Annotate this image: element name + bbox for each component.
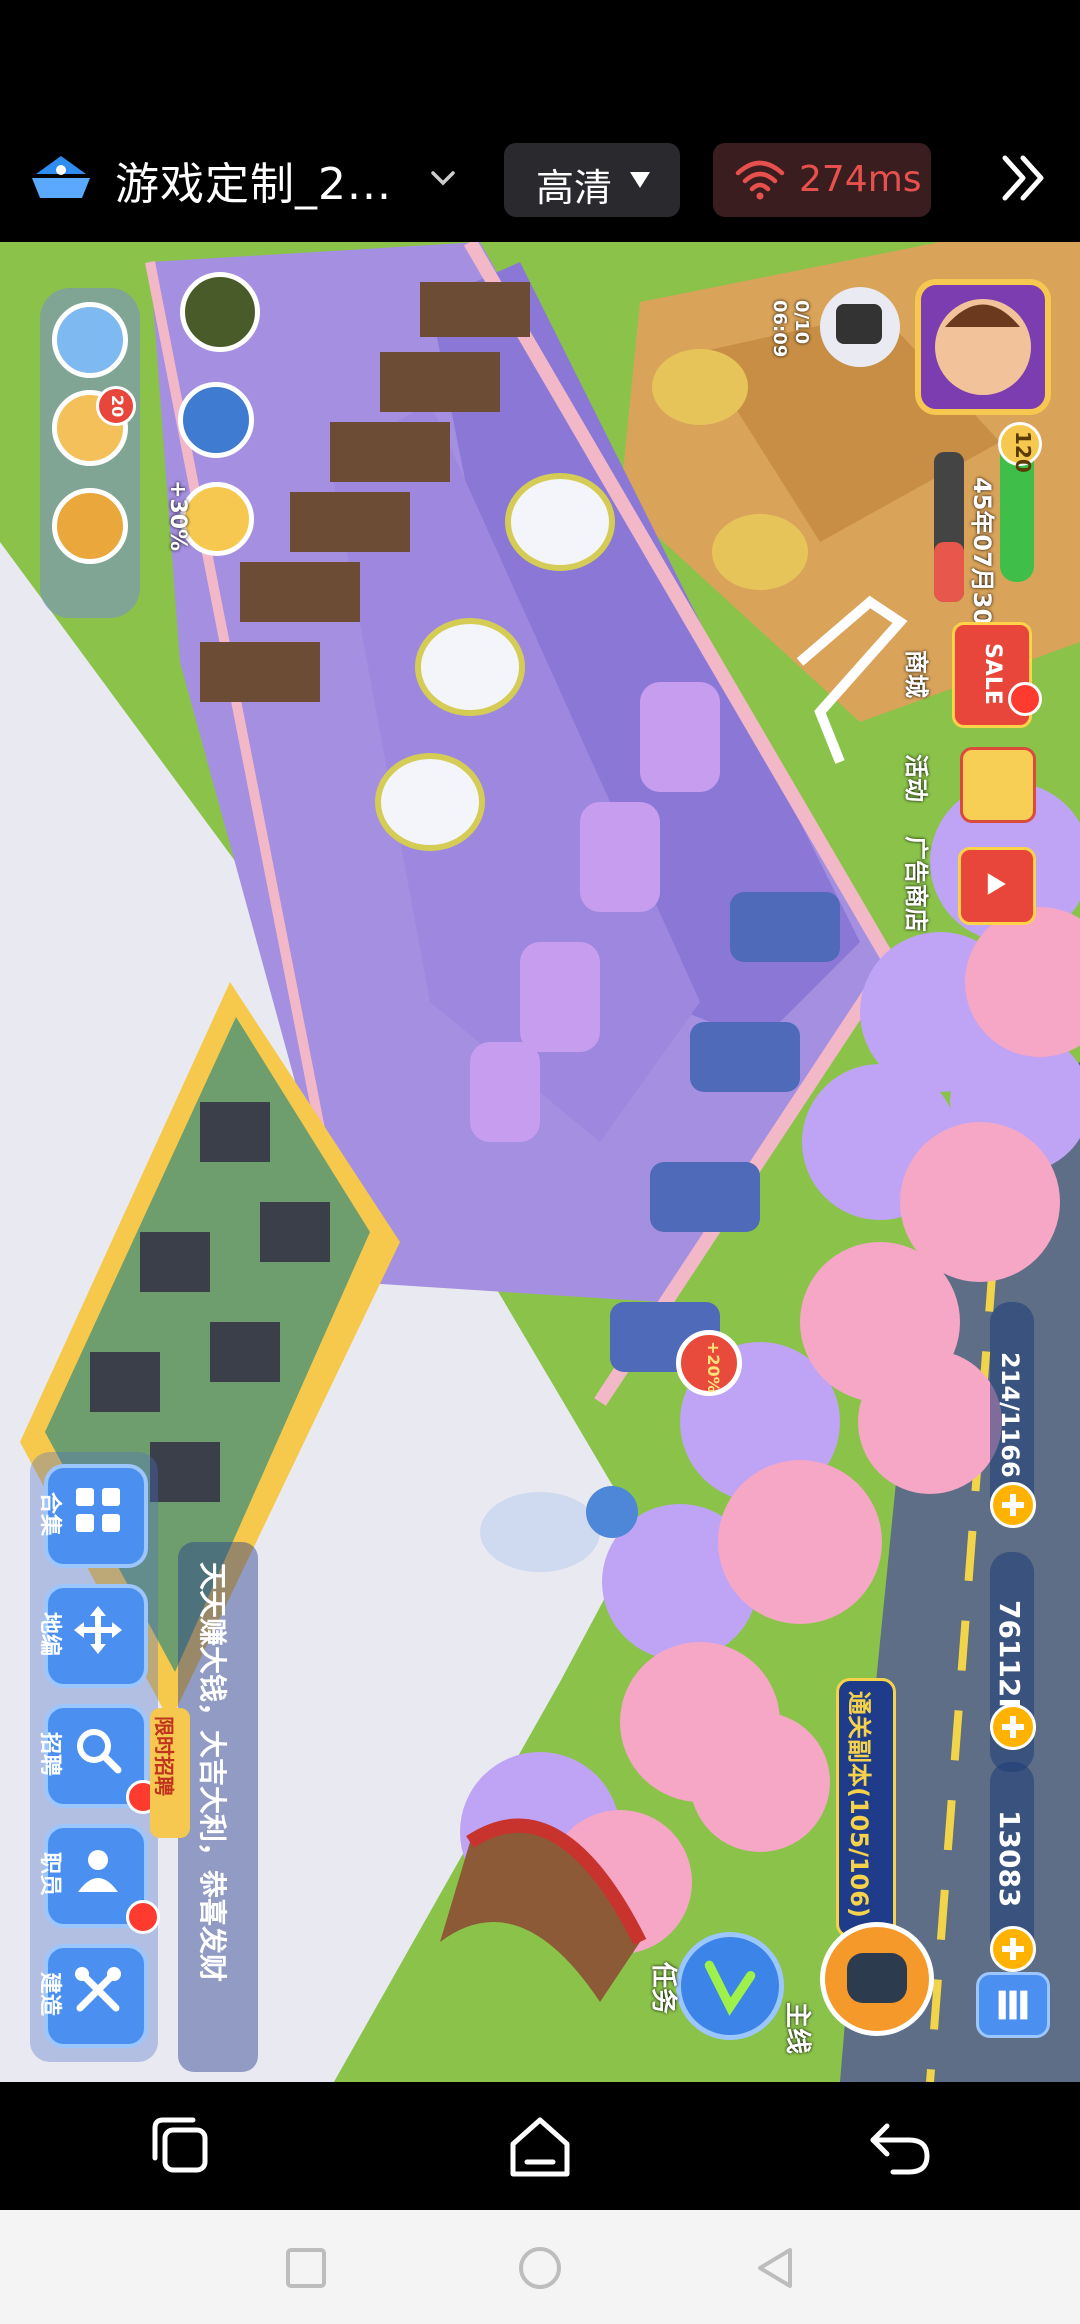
profit-bonus-bubble[interactable]: +20% xyxy=(676,1330,742,1396)
system-recent-icon[interactable] xyxy=(282,2244,330,2292)
quest-progress-tag[interactable]: 通关副本(105/106) xyxy=(836,1678,896,1938)
mission-button[interactable] xyxy=(676,1932,784,2040)
search-icon xyxy=(77,1729,122,1774)
quality-label: 高清 xyxy=(536,166,613,210)
grid-menu-button[interactable] xyxy=(976,1972,1050,2038)
system-back-icon[interactable] xyxy=(752,2244,800,2292)
back-icon[interactable] xyxy=(865,2112,935,2182)
level-badge: 120 xyxy=(998,422,1042,473)
staff-label: 职员 xyxy=(37,1852,62,1897)
profit-bonus-value: +20% xyxy=(704,1341,723,1393)
cloud-nav-bar xyxy=(0,2082,1080,2210)
edit-button[interactable]: 地编 xyxy=(37,1584,148,1688)
window-title[interactable]: 游戏定制_2... xyxy=(115,148,392,212)
grid-menu-icon xyxy=(998,1990,1028,2020)
double-chevron-right-icon[interactable] xyxy=(995,150,1051,206)
money-count: 76112K xyxy=(993,1600,1026,1720)
quality-selector-button[interactable]: 高清 xyxy=(504,143,680,217)
mail-hud-button[interactable] xyxy=(52,302,128,378)
mission-label: 任务 xyxy=(648,1962,678,2015)
activity-label: 活动 xyxy=(902,754,930,802)
wifi-signal-icon xyxy=(735,160,785,200)
tools-icon xyxy=(75,1967,121,2012)
event-badge-button[interactable] xyxy=(180,272,260,352)
grid-icon xyxy=(76,1488,120,1532)
staff-notification-dot xyxy=(126,1900,160,1934)
trophy-hud-button[interactable] xyxy=(178,382,254,458)
timer-count: 0/10 xyxy=(791,300,812,345)
hall-button[interactable]: 合集 xyxy=(37,1464,148,1568)
latency-value: 274ms xyxy=(799,159,922,200)
staff-count: 214/1166 xyxy=(996,1352,1024,1478)
shop-label: 商城 xyxy=(902,650,930,698)
coin-bonus-icon[interactable] xyxy=(180,482,254,556)
gift-hud-button[interactable] xyxy=(52,488,128,564)
badge-count: 20 xyxy=(108,395,127,418)
gem-count: 13083 xyxy=(993,1810,1026,1908)
shop-notification-dot xyxy=(1008,682,1042,716)
system-home-icon[interactable] xyxy=(516,2244,564,2292)
activity-button[interactable] xyxy=(960,747,1036,823)
recruit-limited-text: 限时招聘 xyxy=(152,1716,176,1796)
cloud-game-logo-icon xyxy=(32,156,90,198)
money-add-button[interactable] xyxy=(990,1704,1036,1750)
edit-label: 地编 xyxy=(37,1612,62,1657)
hall-label: 合集 xyxy=(37,1492,62,1537)
staff-add-button[interactable] xyxy=(990,1482,1036,1528)
home-icon[interactable] xyxy=(505,2112,575,2182)
mainline-button[interactable] xyxy=(820,1922,934,2036)
news-ticker: 天天赚大钱，大吉大利，恭喜发财 xyxy=(178,1542,258,2072)
recruit-label: 招聘 xyxy=(37,1732,62,1777)
robot-icon xyxy=(847,1953,907,2003)
timer-time: 06:09 xyxy=(769,300,790,358)
move-arrows-icon xyxy=(74,1606,122,1654)
sale-badge: SALE xyxy=(980,643,1005,705)
ticker-text: 天天赚大钱，大吉大利，恭喜发财 xyxy=(196,1562,229,1983)
staff-icon xyxy=(78,1850,118,1892)
recruit-limited-badge: 限时招聘 xyxy=(150,1708,190,1838)
build-label: 建造 xyxy=(37,1972,62,2017)
level-value: 120 xyxy=(1011,431,1035,473)
build-button[interactable]: 建造 xyxy=(37,1944,148,2048)
system-nav-bar xyxy=(0,2210,1080,2324)
latency-indicator[interactable]: 274ms xyxy=(713,143,931,217)
chevron-down-icon[interactable] xyxy=(425,160,461,196)
gem-add-button[interactable] xyxy=(990,1926,1036,1972)
quest-progress-text: 通关副本(105/106) xyxy=(845,1691,873,1918)
play-icon xyxy=(987,873,1006,895)
recent-apps-icon[interactable] xyxy=(145,2112,215,2182)
caret-down-icon xyxy=(630,172,650,188)
ad-shop-button[interactable] xyxy=(958,847,1036,925)
stream-topbar: 游戏定制_2... 高清 274ms xyxy=(0,0,1080,242)
mainline-label: 主线 xyxy=(782,2002,812,2055)
checkmark-icon xyxy=(704,1960,756,2016)
thumbs-badge: 20 xyxy=(96,386,136,426)
coin-bonus-value: +30% xyxy=(165,480,190,552)
ad-shop-label: 广告商店 xyxy=(902,836,930,932)
game-viewport[interactable]: 120 45年07月30日 0/10 06:09 SALE 商城 活动 广告商店… xyxy=(0,242,1080,2082)
